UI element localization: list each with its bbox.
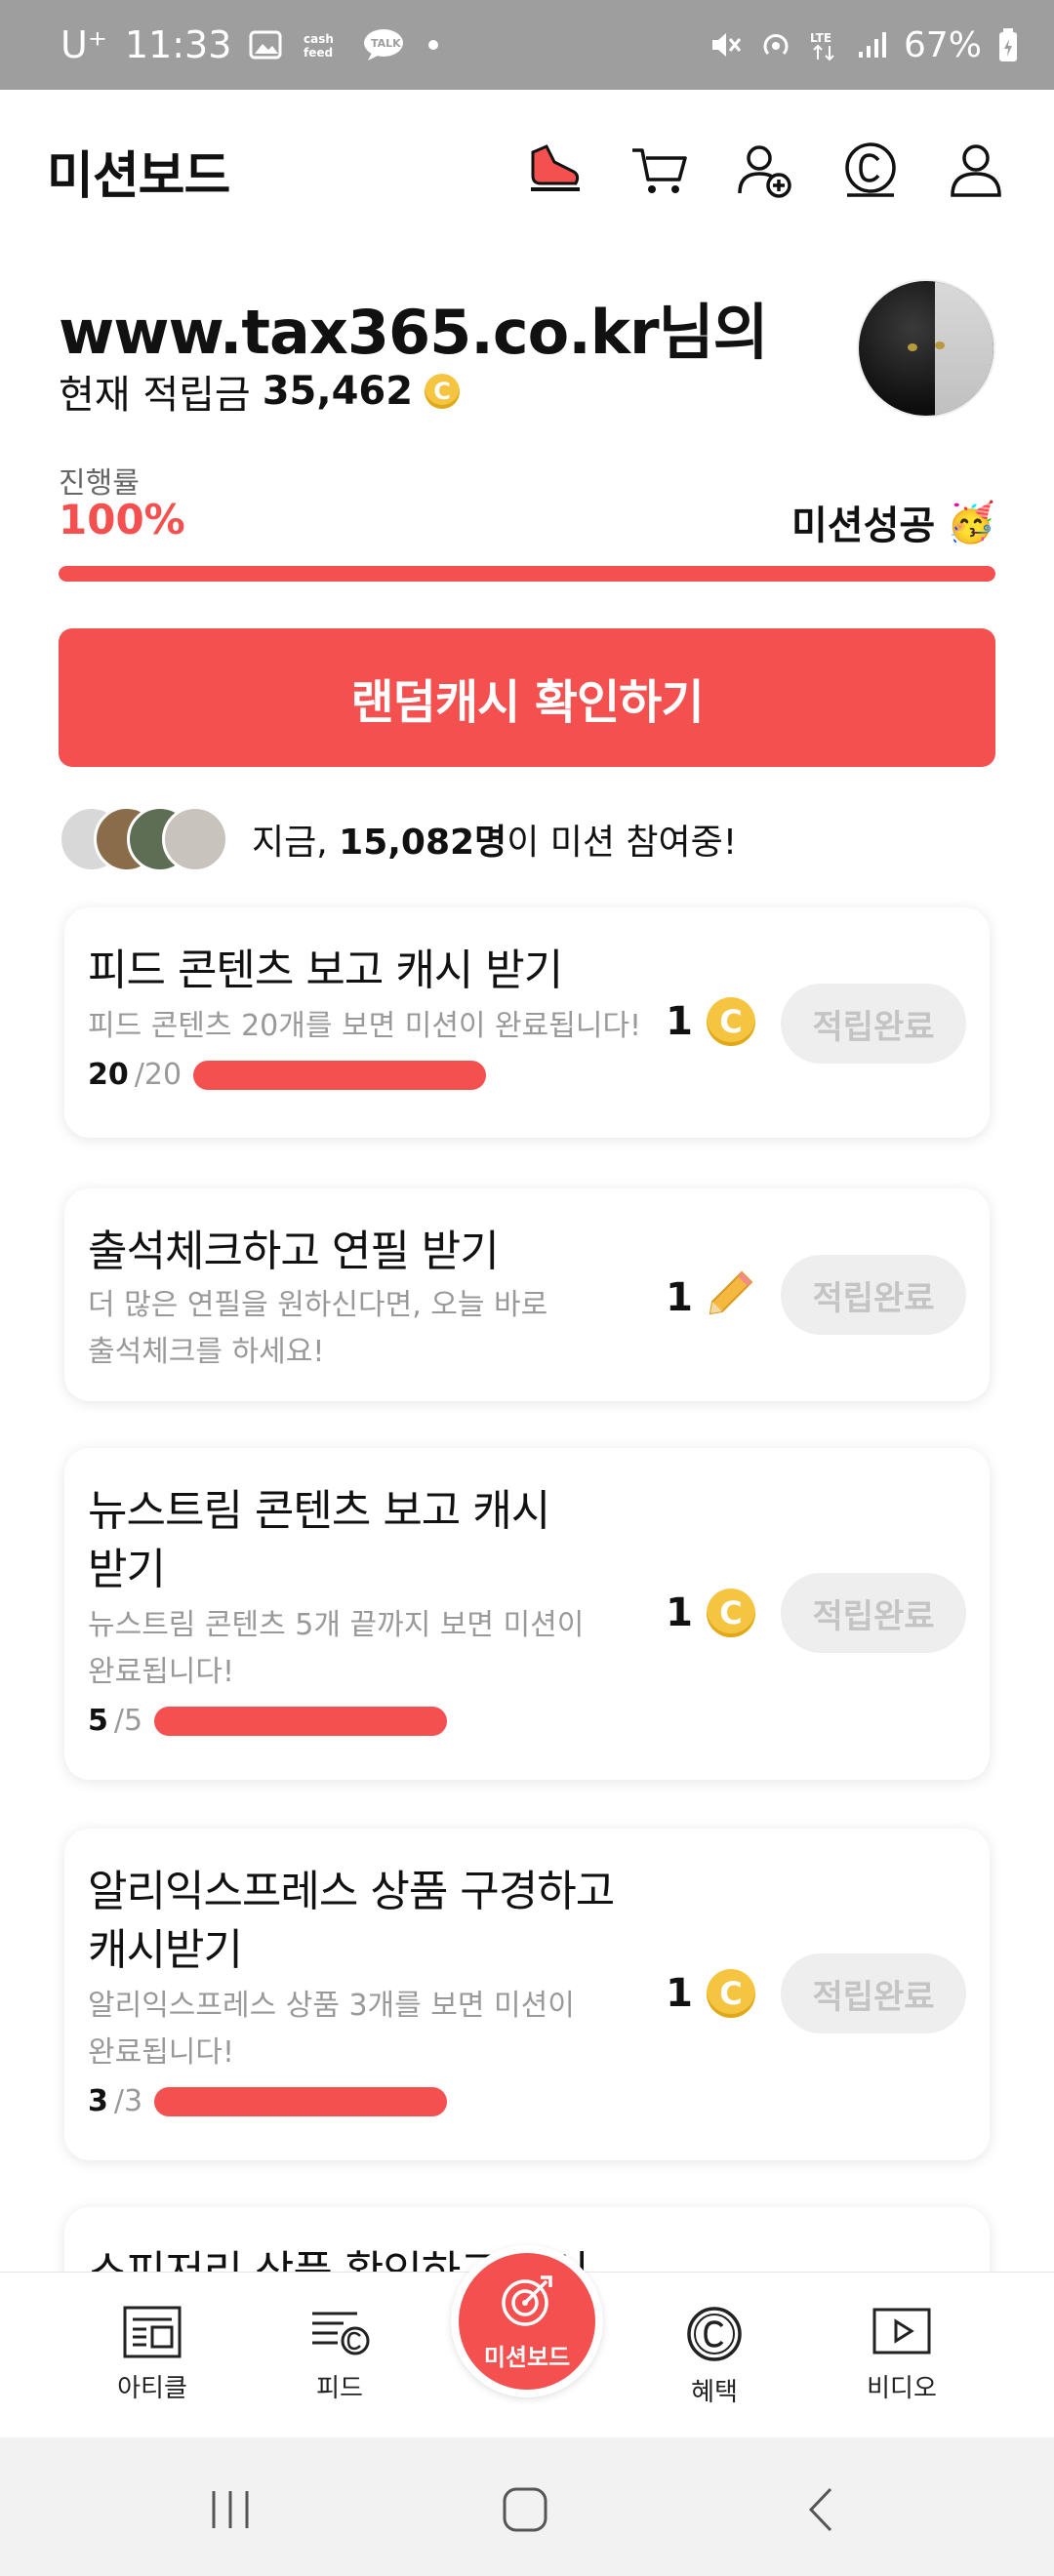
carrier-label: U⁺ (61, 23, 107, 66)
lte-icon: LTE (808, 28, 841, 61)
overall-progress-fill (59, 566, 995, 582)
coin-icon: C (425, 374, 461, 409)
battery-icon (997, 27, 1019, 62)
cash-coin-icon[interactable] (839, 139, 902, 201)
mission-card[interactable]: 피드 콘텐츠 보고 캐시 받기 피드 콘텐츠 20개를 보면 미션이 완료됩니다… (64, 907, 990, 1138)
mission-card[interactable]: 뉴스트림 콘텐츠 보고 캐시 받기 뉴스트림 콘텐츠 5개 끝까지 보면 미션이… (64, 1448, 990, 1780)
mission-progress-bar (193, 1060, 487, 1090)
mute-icon (709, 28, 744, 61)
mission-description: 출석체크를 하세요! (88, 1335, 325, 1369)
mission-reward: 1C (666, 1969, 755, 2018)
mission-reward: 1C (666, 1589, 755, 1637)
mission-title: 출석체크하고 연필 받기 (88, 1227, 500, 1276)
mission-description: 알리익스프레스 상품 3개를 보면 미션이 (88, 1989, 575, 2023)
mission-description: 뉴스트림 콘텐츠 5개 끝까지 보면 미션이 (88, 1608, 585, 1642)
mission-description: 완료됩니다! (88, 2035, 235, 2070)
nav-item-missionboard[interactable]: 미션보드 (451, 2245, 603, 2397)
participants-text: 지금, 15,082명이 미션 참여중! (252, 823, 738, 863)
nav-item-video[interactable]: 비디오 (833, 2306, 970, 2404)
party-face-icon: 🥳 (947, 500, 995, 545)
mission-description: 피드 콘텐츠 20개를 보면 미션이 완료됩니다! (88, 1009, 642, 1043)
balance-label: 현재 적립금 (59, 373, 251, 418)
recent-apps-icon[interactable] (201, 2480, 260, 2539)
profile-icon[interactable] (945, 139, 1007, 201)
claim-complete-button[interactable]: 적립완료 (781, 1573, 966, 1653)
coin-icon: C (707, 1969, 755, 2018)
mission-reward: 1C (666, 997, 755, 1046)
home-icon[interactable] (496, 2480, 554, 2539)
back-icon[interactable] (792, 2480, 851, 2539)
mission-progress: 3/3 (88, 2084, 448, 2118)
participant-avatars (59, 802, 230, 876)
article-icon (123, 2306, 182, 2358)
talk-icon: TALK (362, 27, 405, 62)
claim-complete-button[interactable]: 적립완료 (781, 984, 966, 1064)
mission-progress-bar (154, 1706, 448, 1736)
nav-label: 아티클 (117, 2374, 187, 2403)
mission-success-label: 미션성공 🥳 (791, 494, 995, 550)
mission-description: 완료됩니다! (88, 1655, 235, 1689)
mission-title: 피드 콘텐츠 보고 캐시 받기 (88, 946, 563, 995)
add-friend-icon[interactable] (734, 139, 796, 201)
cart-icon[interactable] (628, 139, 691, 201)
nav-item-benefit[interactable]: 혜택 (646, 2306, 783, 2408)
clock: 11:33 (124, 23, 232, 66)
feed-icon (312, 2312, 370, 2355)
mission-progress: 5/5 (88, 1704, 448, 1738)
benefit-coin-icon (687, 2307, 742, 2361)
nav-label: 혜택 (691, 2378, 738, 2407)
shoe-icon[interactable] (523, 139, 586, 201)
app-header: 미션보드 (0, 90, 1054, 256)
balance-row: 현재 적립금 35,462 C (59, 363, 461, 420)
mission-progress-bar (154, 2086, 448, 2116)
video-play-icon (872, 2308, 931, 2355)
overall-progress-bar (59, 566, 995, 582)
coin-icon: C (707, 997, 755, 1046)
bottom-navigation: 아티클 피드 미션보드 혜택 비디오 (0, 2245, 1054, 2437)
system-navigation-bar (0, 2437, 1054, 2576)
svg-text:cash: cash (304, 32, 334, 46)
user-name: www.tax365.co.kr님의 (59, 297, 769, 368)
balance-value: 35,462 (262, 369, 414, 414)
nav-label: 미션보드 (483, 2343, 571, 2371)
mission-status: 미션성공 (790, 503, 936, 548)
nav-item-article[interactable]: 아티클 (84, 2306, 221, 2404)
battery-percent: 67% (903, 24, 982, 65)
participants-row: 지금, 15,082명이 미션 참여중! (59, 802, 737, 876)
claim-complete-button[interactable]: 적립완료 (781, 1953, 966, 2033)
progress-value: 100% (59, 496, 185, 543)
svg-text:TALK: TALK (371, 37, 401, 50)
mission-title: 캐시받기 (88, 1925, 243, 1975)
cashfeed-icon: cash feed (300, 28, 345, 61)
target-icon (502, 2274, 552, 2326)
claim-complete-button[interactable]: 적립완료 (781, 1255, 966, 1335)
mission-progress: 20/20 (88, 1058, 487, 1092)
signal-icon (857, 30, 888, 60)
mission-card[interactable]: 출석체크하고 연필 받기 더 많은 연필을 원하신다면, 오늘 바로 출석체크를… (64, 1188, 990, 1401)
nav-label: 피드 (316, 2374, 363, 2403)
mission-title: 받기 (88, 1545, 166, 1594)
nav-label: 비디오 (867, 2374, 937, 2403)
mission-reward: 1 (666, 1268, 755, 1327)
pencil-icon (707, 1268, 755, 1327)
hotspot-icon (759, 28, 792, 61)
mission-description: 더 많은 연필을 원하신다면, 오늘 바로 (88, 1288, 548, 1322)
random-cash-button[interactable]: 랜덤캐시 확인하기 (59, 628, 995, 767)
notification-dot-icon (428, 40, 439, 50)
status-bar: U⁺ 11:33 cash feed TALK LTE 67% (0, 0, 1054, 90)
nav-item-feed[interactable]: 피드 (271, 2306, 408, 2404)
svg-text:feed: feed (304, 46, 333, 60)
page-title: 미션보드 (47, 147, 230, 206)
participant-avatar (162, 806, 228, 872)
mission-card[interactable]: 알리익스프레스 상품 구경하고 캐시받기 알리익스프레스 상품 3개를 보면 미… (64, 1829, 990, 2160)
coin-icon: C (707, 1589, 755, 1637)
avatar[interactable] (857, 279, 995, 418)
gallery-icon (249, 30, 282, 60)
mission-title: 알리익스프레스 상품 구경하고 (88, 1867, 615, 1916)
svg-text:LTE: LTE (810, 31, 831, 45)
mission-title: 뉴스트림 콘텐츠 보고 캐시 (88, 1486, 550, 1536)
